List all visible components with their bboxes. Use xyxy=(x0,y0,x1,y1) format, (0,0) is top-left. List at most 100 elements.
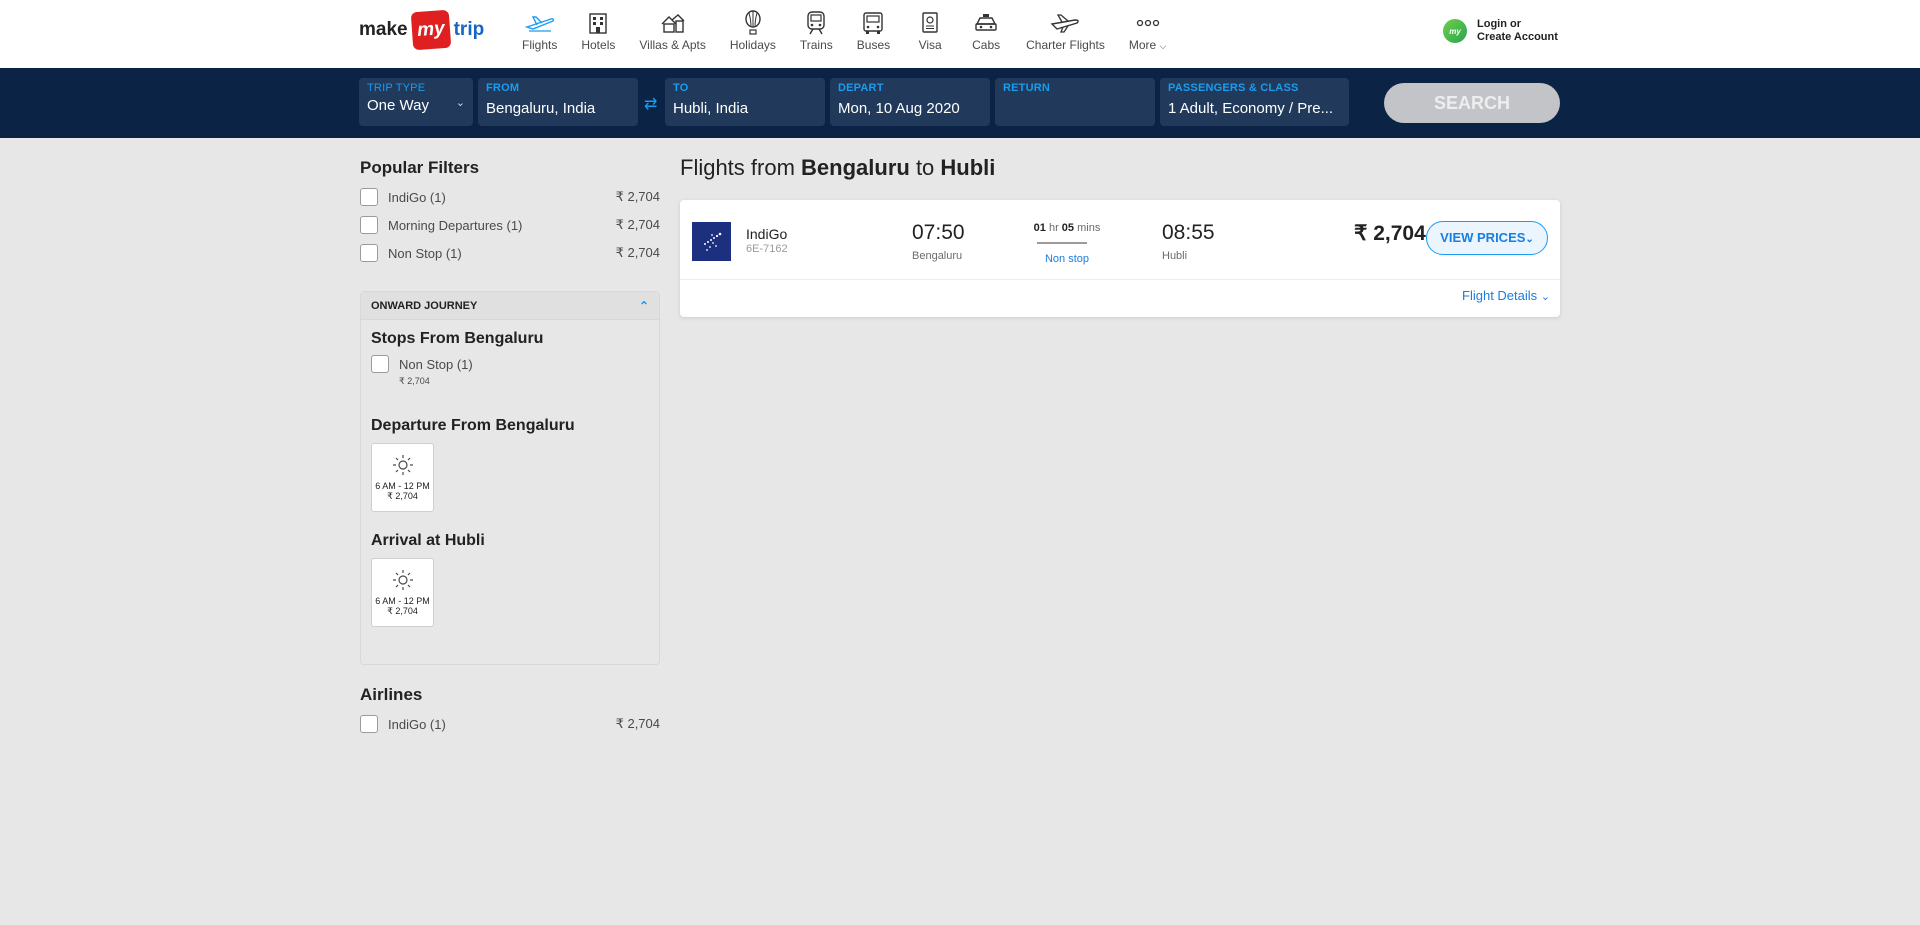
login-button[interactable]: my Login or Create Account xyxy=(1443,18,1558,44)
departure-time: 07:50 xyxy=(912,221,965,244)
passport-icon xyxy=(914,10,946,36)
login-text: Login or Create Account xyxy=(1477,18,1558,44)
duration-mins: 05 xyxy=(1061,222,1075,234)
nav-label: Flights xyxy=(522,38,558,52)
nav-label: Trains xyxy=(799,38,833,52)
checkbox[interactable] xyxy=(371,355,389,373)
trip-type-select[interactable]: TRIP TYPE One Way ⌄ xyxy=(359,78,473,126)
nav-more-text: More xyxy=(1128,38,1157,52)
nav-cabs[interactable]: Cabs xyxy=(958,10,1014,58)
nav-label: Charter Flights xyxy=(1026,38,1105,52)
passengers-class-field[interactable]: PASSENGERS & CLASS 1 Adult, Economy / Pr… xyxy=(1160,78,1349,126)
filter-label: Non Stop (1) xyxy=(388,245,462,261)
nav-flights[interactable]: Flights xyxy=(510,10,569,58)
slot-price: ₹ 2,704 xyxy=(387,606,418,616)
arrival-title: Arrival at Hubli xyxy=(371,532,485,549)
filter-morning-departures[interactable]: Morning Departures (1) ₹ 2,704 xyxy=(360,211,660,239)
chevron-down-icon: ⌄ xyxy=(1525,234,1534,245)
nav-label: Villas & Apts xyxy=(639,38,706,52)
search-button[interactable]: SEARCH xyxy=(1384,83,1560,123)
filter-label: IndiGo (1) xyxy=(388,716,446,732)
onward-journey-header[interactable]: ONWARD JOURNEY ⌃ xyxy=(361,292,659,320)
nav-buses[interactable]: Buses xyxy=(845,10,902,58)
nav-label: Holidays xyxy=(729,38,776,52)
results-title: Flights from Bengaluru to Hubli xyxy=(680,155,995,181)
logo-my-badge: my xyxy=(410,9,451,51)
flight-price: ₹ 2,704 xyxy=(1354,222,1426,245)
nav-hotels[interactable]: Hotels xyxy=(569,10,627,58)
departure-title: Departure From Bengaluru xyxy=(371,417,575,434)
to-field[interactable]: TO Hubli, India xyxy=(665,78,825,126)
checkbox[interactable] xyxy=(360,188,378,206)
main-nav: Flights Hotels Villas & Apts Holidays Tr… xyxy=(510,10,1178,58)
nav-label: More ⌵ xyxy=(1129,38,1167,52)
nav-charter-flights[interactable]: Charter Flights xyxy=(1014,10,1117,58)
airlines-filter: Airlines IndiGo (1) ₹ 2,704 xyxy=(360,685,660,738)
depart-label: DEPART xyxy=(838,82,884,94)
charter-plane-icon xyxy=(1049,10,1081,36)
nav-holidays[interactable]: Holidays xyxy=(718,10,788,58)
login-line1: Login or xyxy=(1477,18,1521,30)
chevron-up-icon: ⌃ xyxy=(638,298,649,313)
popular-filters-title: Popular Filters xyxy=(360,158,480,177)
avatar: my xyxy=(1443,19,1467,43)
view-prices-label: VIEW PRICES xyxy=(1440,230,1526,245)
filter-price: ₹ 2,704 xyxy=(615,217,660,232)
arrival-time-slot[interactable]: 6 AM - 12 PM ₹ 2,704 xyxy=(371,558,434,627)
results-title-from: Bengaluru xyxy=(801,155,910,180)
filter-airline-indigo[interactable]: IndiGo (1) ₹ 2,704 xyxy=(360,710,660,738)
duration-hours: 01 xyxy=(1033,222,1046,234)
departure-time-slot[interactable]: 6 AM - 12 PM ₹ 2,704 xyxy=(371,443,434,512)
nav-visa[interactable]: Visa xyxy=(902,10,958,58)
arrival-city: Hubli xyxy=(1162,250,1188,262)
holiday-balloon-icon xyxy=(737,10,769,36)
train-icon xyxy=(800,10,832,36)
top-header: make my trip Flights Hotels Villas & Apt… xyxy=(0,0,1920,68)
passengers-value: 1 Adult, Economy / Pre... xyxy=(1168,100,1334,117)
flight-card: IndiGo 6E-7162 07:50 Bengaluru 01 hr 05 … xyxy=(680,200,1560,317)
to-value: Hubli, India xyxy=(673,100,749,117)
nav-trains[interactable]: Trains xyxy=(788,10,845,58)
nav-label: Hotels xyxy=(581,38,616,52)
filter-price: ₹ 2,704 xyxy=(615,716,660,731)
makemytrip-logo[interactable]: make my trip xyxy=(359,9,485,51)
return-field[interactable]: RETURN xyxy=(995,78,1155,126)
hotel-icon xyxy=(582,10,614,36)
filter-price: ₹ 2,704 xyxy=(615,245,660,260)
depart-value: Mon, 10 Aug 2020 xyxy=(838,100,960,117)
filter-stops-non-stop[interactable]: Non Stop (1) xyxy=(371,352,649,376)
villa-icon xyxy=(657,10,689,36)
results-title-to: Hubli xyxy=(940,155,996,180)
cab-icon xyxy=(970,10,1002,36)
depart-field[interactable]: DEPART Mon, 10 Aug 2020 xyxy=(830,78,990,126)
more-dots-icon xyxy=(1132,10,1164,36)
filter-indigo[interactable]: IndiGo (1) ₹ 2,704 xyxy=(360,183,660,211)
slot-price: ₹ 2,704 xyxy=(387,491,418,501)
passengers-label: PASSENGERS & CLASS xyxy=(1168,82,1299,94)
swap-icon[interactable]: ⇄ xyxy=(644,94,657,114)
duration-hours-unit: hr xyxy=(1048,222,1059,234)
stop-price: ₹ 2,704 xyxy=(399,376,430,386)
view-prices-button[interactable]: VIEW PRICES⌄ xyxy=(1426,221,1548,255)
nav-more[interactable]: More ⌵ xyxy=(1117,10,1179,58)
chevron-down-icon: ⌄ xyxy=(455,97,465,109)
logo-trip: trip xyxy=(453,19,485,40)
filter-non-stop[interactable]: Non Stop (1) ₹ 2,704 xyxy=(360,239,660,267)
flight-details-label: Flight Details xyxy=(1462,288,1538,303)
onward-journey-panel: ONWARD JOURNEY ⌃ Stops From Bengaluru No… xyxy=(360,291,660,665)
results-title-prefix: Flights from xyxy=(680,155,802,180)
checkbox[interactable] xyxy=(360,216,378,234)
trip-type-value: One Way xyxy=(367,97,429,114)
card-divider xyxy=(680,279,1560,280)
flight-details-link[interactable]: Flight Details ⌄ xyxy=(1462,288,1550,303)
filter-label: IndiGo (1) xyxy=(388,189,446,205)
nav-villas[interactable]: Villas & Apts xyxy=(627,10,717,58)
indigo-logo-icon xyxy=(692,222,731,261)
chevron-down-icon: ⌵ xyxy=(1159,41,1167,51)
checkbox[interactable] xyxy=(360,715,378,733)
results-title-mid: to xyxy=(909,155,941,180)
from-field[interactable]: FROM Bengaluru, India xyxy=(478,78,638,126)
stops-info[interactable]: Non stop xyxy=(1027,253,1107,265)
checkbox[interactable] xyxy=(360,244,378,262)
filter-price: ₹ 2,704 xyxy=(615,189,660,204)
